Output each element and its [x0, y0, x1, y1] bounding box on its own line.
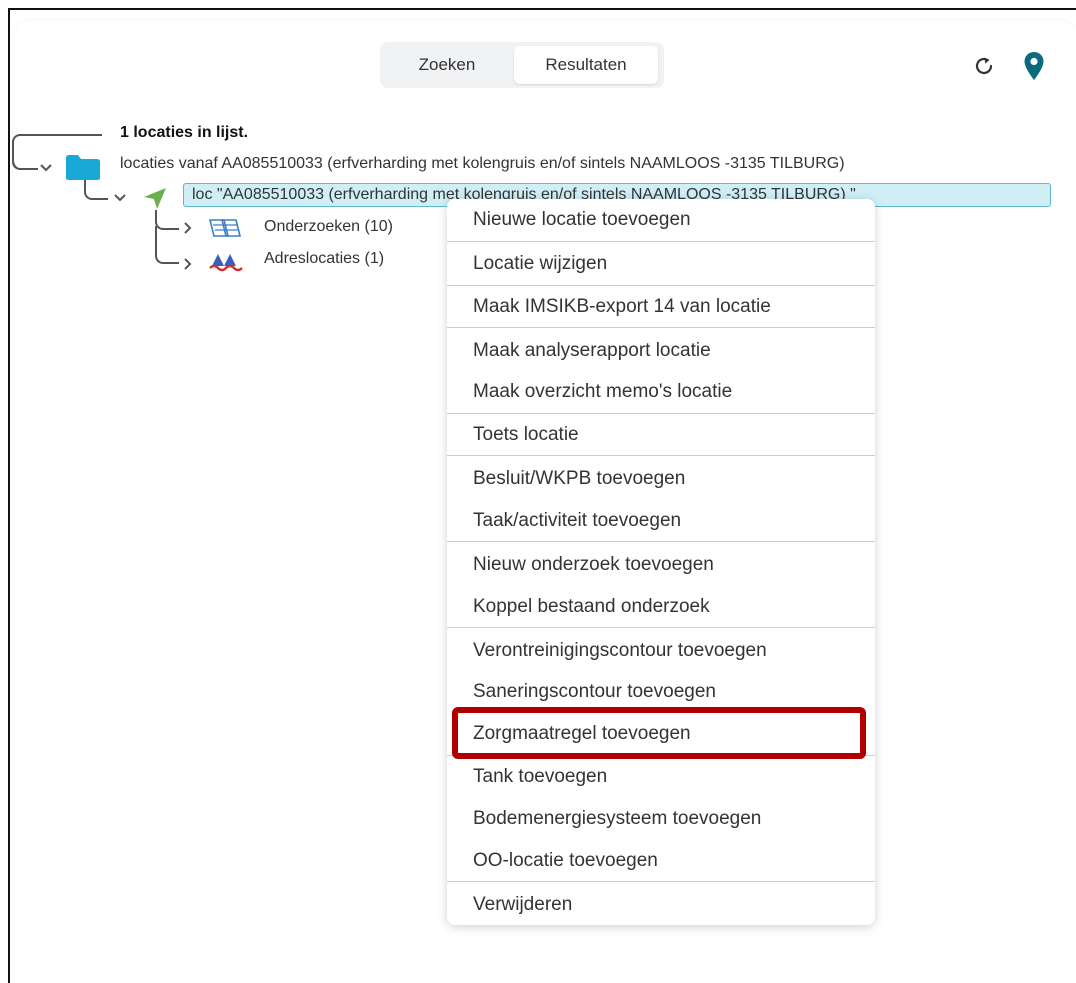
menu-separator — [447, 241, 875, 242]
folder-icon — [64, 152, 102, 182]
menu-item-overzicht-memos[interactable]: Maak overzicht memo's locatie — [447, 372, 875, 412]
tree-child-onderzoeken[interactable]: Onderzoeken (10) — [264, 218, 393, 236]
menu-separator — [447, 327, 875, 328]
chevron-down-icon[interactable] — [38, 160, 54, 176]
tree-root-label[interactable]: locaties vanaf AA085510033 (erfverhardin… — [120, 155, 845, 173]
results-summary: 1 locaties in lijst. — [120, 124, 249, 141]
menu-item-analyserapport[interactable]: Maak analyserapport locatie — [447, 331, 875, 371]
chevron-down-icon[interactable] — [112, 190, 128, 206]
menu-item-locatie-wijzigen[interactable]: Locatie wijzigen — [447, 244, 875, 284]
view-tabs: Zoeken Resultaten — [380, 42, 664, 88]
menu-separator — [447, 541, 875, 542]
menu-separator — [447, 627, 875, 628]
chevron-right-icon[interactable] — [180, 256, 196, 272]
menu-separator — [447, 413, 875, 414]
menu-separator — [447, 881, 875, 882]
menu-separator — [447, 455, 875, 456]
menu-item-oo-locatie[interactable]: OO-locatie toevoegen — [447, 841, 875, 881]
highlight-box — [452, 707, 866, 759]
onderzoeken-icon — [208, 216, 246, 240]
tree-connector — [155, 226, 179, 264]
tree-connector — [12, 148, 38, 170]
menu-item-imsikb-export[interactable]: Maak IMSIKB-export 14 van locatie — [447, 287, 875, 327]
tree-connector — [84, 180, 108, 200]
adreslocaties-icon — [208, 250, 246, 274]
menu-item-nieuwe-locatie[interactable]: Nieuwe locatie toevoegen — [447, 200, 875, 240]
menu-item-toets-locatie[interactable]: Toets locatie — [447, 415, 875, 455]
menu-separator — [447, 285, 875, 286]
context-menu: Nieuwe locatie toevoegen Locatie wijzige… — [447, 199, 875, 925]
menu-item-bodemenergiesysteem[interactable]: Bodemenergiesysteem toevoegen — [447, 799, 875, 839]
menu-item-koppel-onderzoek[interactable]: Koppel bestaand onderzoek — [447, 587, 875, 627]
menu-item-saneringscontour[interactable]: Saneringscontour toevoegen — [447, 672, 875, 712]
tab-resultaten[interactable]: Resultaten — [514, 46, 658, 84]
tree-child-adreslocaties[interactable]: Adreslocaties (1) — [264, 250, 384, 268]
menu-item-verontreinigingscontour[interactable]: Verontreinigingscontour toevoegen — [447, 631, 875, 671]
tab-zoeken[interactable]: Zoeken — [386, 46, 508, 84]
chevron-right-icon[interactable] — [180, 220, 196, 236]
menu-item-besluit-wkpb[interactable]: Besluit/WKPB toevoegen — [447, 459, 875, 499]
refresh-icon[interactable] — [970, 52, 998, 80]
location-arrow-icon — [142, 186, 168, 210]
menu-item-verwijderen[interactable]: Verwijderen — [447, 885, 875, 925]
menu-item-taak-activiteit[interactable]: Taak/activiteit toevoegen — [447, 501, 875, 541]
menu-item-tank[interactable]: Tank toevoegen — [447, 757, 875, 797]
menu-item-nieuw-onderzoek[interactable]: Nieuw onderzoek toevoegen — [447, 545, 875, 585]
map-pin-icon[interactable] — [1020, 50, 1048, 82]
